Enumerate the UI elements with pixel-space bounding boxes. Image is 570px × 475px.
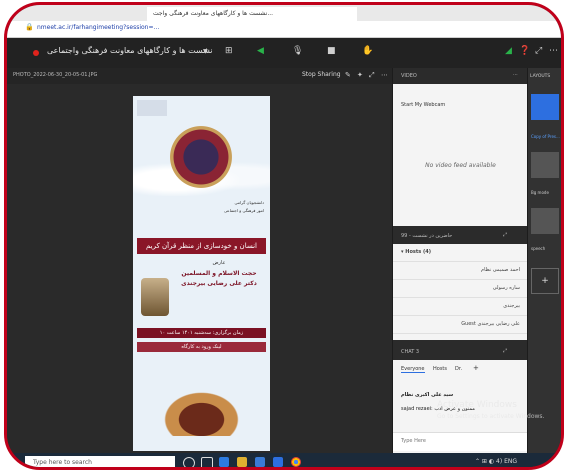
- layout-label: Bg mode: [531, 190, 549, 195]
- plus-icon: +: [541, 276, 549, 286]
- browser-tab[interactable]: نشست ها و کارگاههای معاونت فرهنگی واجت..…: [147, 7, 357, 21]
- attendees-fullscreen-icon[interactable]: ⤢: [503, 232, 507, 238]
- poster-title: انسان و خودسازی از منظر قرآن کریم: [146, 242, 257, 250]
- poster-link-band: لینک ورود به کارگاه: [137, 342, 266, 352]
- pod-menu-icon[interactable]: ⋯: [381, 71, 388, 79]
- video-pod-header: VIDEO: [401, 73, 417, 79]
- task-view-icon[interactable]: [201, 457, 213, 467]
- poster-link: لینک ورود به کارگاه: [181, 344, 222, 350]
- new-chat-tab-button[interactable]: +: [473, 364, 479, 372]
- grid-icon[interactable]: ⊞: [225, 46, 233, 56]
- video-pod-menu-icon[interactable]: ⋯: [513, 72, 518, 78]
- lock-icon: 🔒: [25, 23, 34, 31]
- taskbar-search-placeholder: Type here to search: [33, 459, 92, 466]
- presenter-photo: [141, 278, 169, 316]
- app-icon[interactable]: [237, 457, 247, 467]
- stop-sharing-button[interactable]: Stop Sharing: [302, 71, 341, 78]
- taskbar-search[interactable]: Type here to search: [25, 456, 175, 467]
- speaker-icon[interactable]: ◀: [257, 46, 264, 56]
- help-icon[interactable]: ❓: [519, 46, 530, 56]
- no-video-message: No video feed available: [425, 162, 496, 169]
- chat-pod-header: CHAT 3: [401, 349, 420, 355]
- presenter-intro: عارض: [212, 260, 226, 266]
- meeting-header: نشست ها و کارگاههای معاونت فرهنگی واجتما…: [7, 38, 561, 68]
- pen-icon[interactable]: ✎: [345, 71, 351, 79]
- pointer-icon[interactable]: ✦: [357, 71, 363, 79]
- shared-file-name: PHOTO_2022-06-30_20-05-01.JPG: [13, 72, 98, 78]
- quran-book-image: [149, 381, 254, 436]
- browser-tab-bar: نشست ها و کارگاههای معاونت فرهنگی واجت..…: [7, 5, 561, 21]
- poster-title-banner: انسان و خودسازی از منظر قرآن کریم: [137, 238, 266, 254]
- chevron-down-icon[interactable]: ▼: [203, 48, 208, 55]
- activation-watermark-text: Go to Settings to activate Windows.: [437, 413, 545, 420]
- chat-input-placeholder: Type Here: [401, 438, 426, 444]
- attendees-pod-header: حاضرین در نشست - 99: [401, 233, 453, 239]
- chat-tab-everyone[interactable]: Everyone: [401, 366, 425, 373]
- windows-taskbar: Type here to search ⌃ ⊞ ◐ 4) ENG: [7, 453, 561, 467]
- chrome-icon[interactable]: [291, 457, 301, 467]
- chat-message: سید علی اکبری نظام: [401, 392, 454, 398]
- hosts-group-header[interactable]: ▾ Hosts (4): [393, 244, 528, 262]
- layout-label: speech: [531, 246, 546, 251]
- poster-time: زمان برگزاری: سه‌شنبه ۱۴۰۱ ساعت ۱۰: [159, 330, 244, 336]
- chat-fullscreen-icon[interactable]: ⤢: [503, 348, 507, 354]
- attendees-list: ▾ Hosts (4) احمد صمیمی نظام ساره رسولی ب…: [393, 244, 528, 340]
- hosts-label: Hosts (4): [405, 249, 432, 255]
- camera-icon[interactable]: ■: [327, 46, 336, 56]
- store-icon[interactable]: [255, 457, 265, 467]
- fullscreen-pod-icon[interactable]: ⤢: [369, 71, 375, 80]
- layout-tile[interactable]: [531, 94, 559, 120]
- share-pod: PHOTO_2022-06-30_20-05-01.JPG Stop Shari…: [7, 68, 392, 453]
- chat-input[interactable]: Type Here: [393, 432, 528, 451]
- right-panels: VIDEO ⋯ Start My Webcam No video feed av…: [392, 68, 528, 453]
- start-webcam-button[interactable]: Start My Webcam: [401, 102, 445, 108]
- edge-icon[interactable]: [219, 457, 229, 467]
- chat-tab-dr[interactable]: Dr.: [455, 366, 462, 372]
- hand-icon[interactable]: ✋: [362, 46, 373, 56]
- meeting-title[interactable]: نشست ها و کارگاههای معاونت فرهنگی واجتما…: [47, 46, 213, 55]
- attendee-row[interactable]: ساره رسولی: [393, 280, 528, 298]
- system-tray[interactable]: ⌃ ⊞ ◐ 4) ENG: [475, 458, 517, 465]
- attendee-name: ساره رسولی: [492, 285, 520, 291]
- screenshot-frame: نشست ها و کارگاههای معاونت فرهنگی واجت..…: [4, 2, 564, 470]
- layouts-header: LAYOUTS: [530, 74, 551, 79]
- activation-watermark-title: Activate Windows: [437, 400, 517, 410]
- university-logo: [137, 100, 167, 116]
- more-icon[interactable]: ⋯: [549, 46, 558, 56]
- quran-calligraphy-emblem: [166, 122, 236, 192]
- layout-label: Copy of Pres...: [531, 134, 560, 139]
- video-pod: Start My Webcam No video feed available: [393, 84, 528, 226]
- layout-tile[interactable]: [531, 152, 559, 178]
- poster-time-band: زمان برگزاری: سه‌شنبه ۱۴۰۱ ساعت ۱۰: [137, 328, 266, 338]
- layout-tile[interactable]: [531, 208, 559, 234]
- chat-tab-hosts[interactable]: Hosts: [433, 366, 447, 372]
- attendee-name: بیرجندی: [503, 303, 520, 309]
- mail-icon[interactable]: [273, 457, 283, 467]
- attendee-row[interactable]: علی رضایی بیرجندی Guest: [393, 316, 528, 334]
- signal-icon: ◢: [505, 46, 512, 56]
- attendee-name: احمد صمیمی نظام: [481, 267, 520, 273]
- presenter-rank: حجت الاسلام و المسلمین: [181, 270, 257, 277]
- add-layout-button[interactable]: +: [531, 268, 559, 294]
- mic-icon[interactable]: 🎙: [292, 46, 303, 56]
- attendee-row[interactable]: احمد صمیمی نظام: [393, 262, 528, 280]
- layouts-panel: LAYOUTS Copy of Pres... Bg mode speech +: [527, 68, 561, 453]
- attendee-name: علی رضایی بیرجندی Guest: [461, 321, 520, 327]
- poster-header-line-1: دانشجویان گرامی: [234, 200, 264, 205]
- url-text[interactable]: nmeet.ac.ir/farhangimeeting?session=...: [37, 24, 159, 31]
- attendee-row[interactable]: بیرجندی: [393, 298, 528, 316]
- shared-poster-image: دانشجویان گرامی امور فرهنگی و اجتماعی ان…: [133, 96, 270, 451]
- fullscreen-icon[interactable]: ⤢: [535, 46, 542, 56]
- cortana-icon[interactable]: [183, 457, 195, 467]
- presenter-name: دکتر علی رضایی بیرجندی: [181, 280, 257, 287]
- address-bar[interactable]: 🔒 nmeet.ac.ir/farhangimeeting?session=..…: [7, 21, 561, 38]
- record-icon[interactable]: [33, 50, 39, 56]
- poster-header-line-2: امور فرهنگی و اجتماعی: [223, 208, 264, 213]
- share-pod-header: PHOTO_2022-06-30_20-05-01.JPG Stop Shari…: [7, 68, 392, 84]
